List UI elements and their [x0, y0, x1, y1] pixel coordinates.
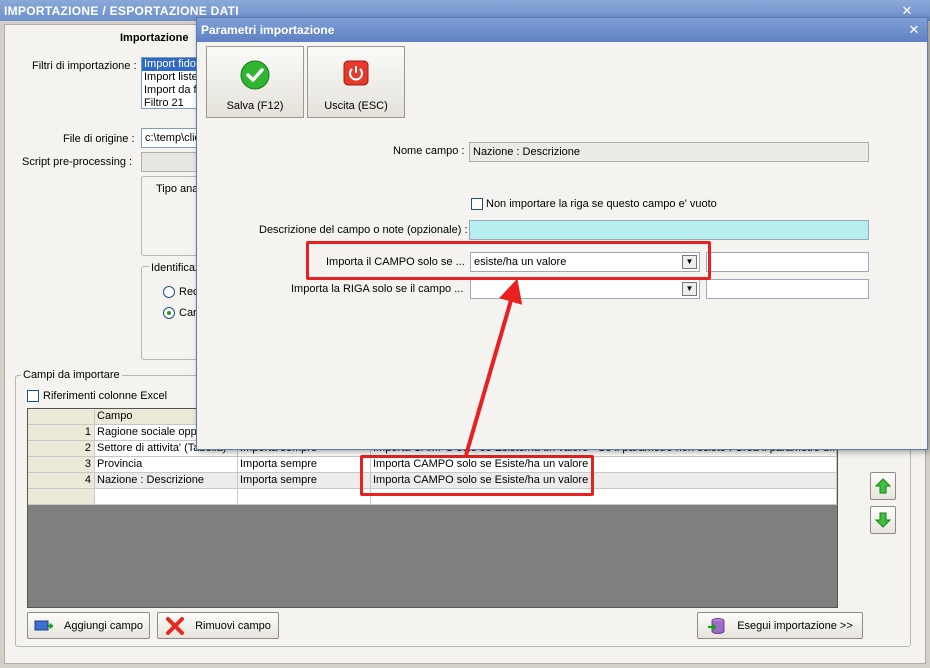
annotation-arrow: [464, 278, 523, 456]
